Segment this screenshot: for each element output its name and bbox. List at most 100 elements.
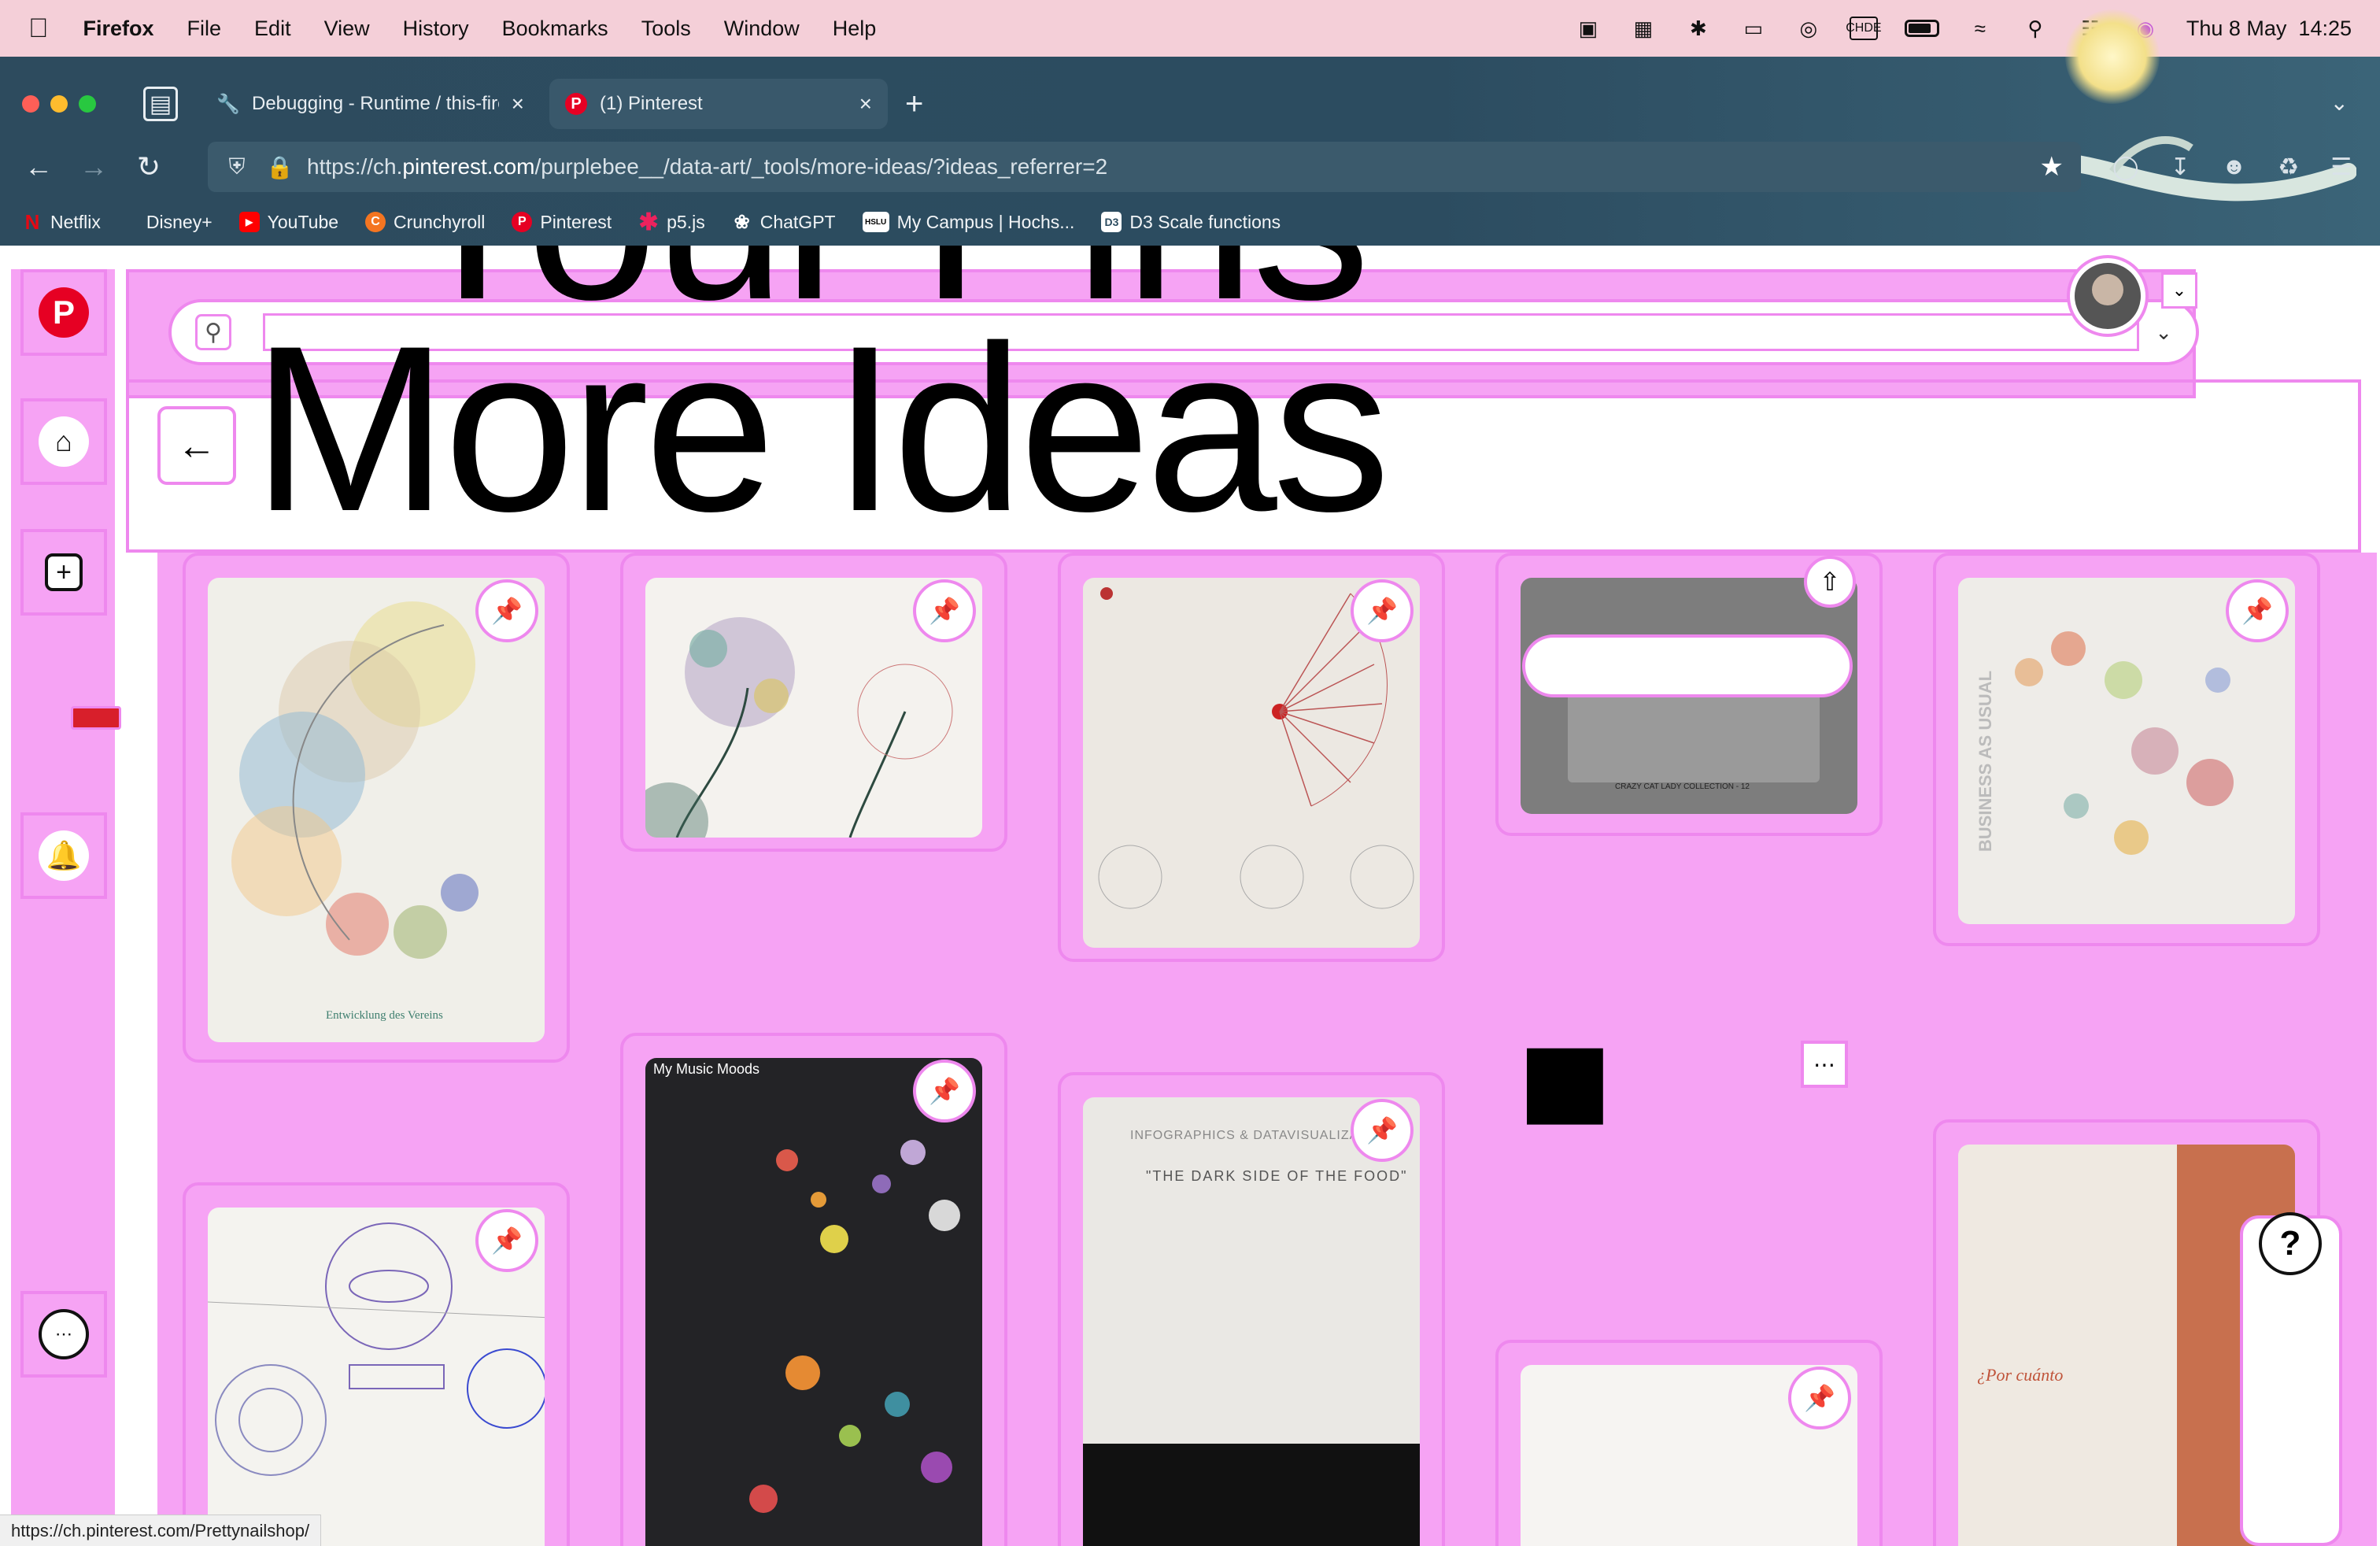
back-arrow-icon[interactable]: ← [11, 139, 66, 194]
pin-card[interactable]: 📌 [1495, 1340, 1883, 1546]
crunchyroll-icon: C [365, 212, 386, 232]
account-icon[interactable]: ☻ [2222, 153, 2247, 181]
url-path: /purplebee__/data-art/_tools/more-ideas/… [534, 154, 1108, 179]
menubar-clock[interactable]: Thu 8 May 14:25 [2186, 17, 2352, 41]
bluetooth-icon[interactable]: ✱ [1684, 17, 1713, 40]
apple-icon[interactable]:  [28, 13, 49, 44]
firefox-view-icon[interactable]: ▤ [143, 87, 178, 121]
bookmark-label: p5.js [667, 211, 705, 232]
pin-image: My Music Moods [645, 1058, 982, 1546]
url-bar[interactable]: ⛨ 🔒 https://ch.pinterest.com/purplebee__… [208, 142, 2081, 192]
bookmark-chatgpt[interactable]: ❀ ChatGPT [732, 212, 836, 233]
tab-strip: ▤ 🔧 Debugging - Runtime / this-firef × P… [0, 72, 2380, 135]
pin-card[interactable]: CRAZY CAT LADY COLLECTION - 12 ⇧ [1495, 553, 1883, 836]
screen-mirror-icon[interactable]: ▭ [1739, 17, 1768, 40]
bookmark-star-icon[interactable]: ★ [2040, 151, 2064, 183]
menu-hamburger-icon[interactable]: ☰ [2330, 153, 2352, 181]
bookmark-disney[interactable]: Disney+ [146, 212, 213, 233]
back-button[interactable]: ← [157, 406, 236, 485]
pin-card[interactable]: 📌 [1058, 553, 1445, 962]
menu-file[interactable]: File [187, 17, 222, 41]
close-window-button[interactable] [22, 95, 39, 113]
bookmark-crunchyroll[interactable]: C Crunchyroll [365, 212, 485, 233]
bookmark-label: Pinterest [540, 211, 612, 232]
menu-history[interactable]: History [403, 17, 469, 41]
forward-arrow-icon[interactable]: → [66, 139, 121, 194]
zoom-window-button[interactable] [79, 95, 96, 113]
pin-caption: My Music Moods [653, 1061, 760, 1077]
spotlight-icon[interactable]: ⚲ [2021, 17, 2049, 40]
pin-card[interactable]: My Music Moods 📌 [620, 1033, 1007, 1546]
bookmark-youtube[interactable]: ▶ YouTube [238, 212, 338, 233]
bookmark-d3[interactable]: D3 D3 Scale functions [1101, 212, 1281, 233]
input-ch-de-icon[interactable]: CHDE [1846, 17, 1882, 40]
tab-title: Debugging - Runtime / this-firef [252, 93, 499, 114]
menu-edit[interactable]: Edit [254, 17, 291, 41]
pin-image: INFOGRAPHICS & DATAVISUALIZATION "THE DA… [1083, 1097, 1420, 1546]
pin-card[interactable]: BUSINESS AS USUAL 📌 [1933, 553, 2320, 946]
pin-card[interactable]: Entwicklung des Vereins 📌 [183, 553, 570, 1063]
tab-title: (1) Pinterest [600, 93, 703, 114]
minimize-window-button[interactable] [50, 95, 68, 113]
close-tab-icon[interactable]: × [512, 91, 524, 117]
more-options-icon[interactable]: ⋯ [1801, 1041, 1848, 1088]
bookmark-netflix[interactable]: N Netflix [22, 210, 101, 234]
menu-help[interactable]: Help [833, 17, 877, 41]
bookmark-label: Crunchyroll [394, 211, 486, 232]
pinterest-home-logo[interactable]: P [20, 269, 107, 356]
menu-view[interactable]: View [324, 17, 370, 41]
save-pin-icon[interactable]: 📌 [2226, 579, 2289, 642]
tab-debugging[interactable]: 🔧 Debugging - Runtime / this-firef × [201, 79, 540, 129]
list-all-tabs-icon[interactable]: ⌄ [2330, 90, 2349, 116]
pin-card[interactable]: 📌 [620, 553, 1007, 852]
bookmark-pinterest[interactable]: P Pinterest [512, 212, 612, 233]
reload-icon[interactable]: ↻ [121, 139, 176, 194]
save-pin-icon[interactable]: 📌 [1351, 579, 1414, 642]
pin-caption: BUSINESS AS USUAL [1975, 670, 1996, 853]
downloads-icon[interactable]: ↧ [2171, 153, 2190, 181]
save-pin-icon[interactable]: 📌 [475, 1209, 538, 1272]
wifi-icon[interactable]: ≈ [1966, 17, 1994, 40]
chevron-down-icon[interactable]: ⌄ [2155, 320, 2172, 345]
pocket-icon[interactable]: ◯ [2112, 153, 2139, 181]
bookmark-my-campus[interactable]: HSLU My Campus | Hochs... [862, 212, 1074, 233]
save-pin-icon[interactable]: 📌 [475, 579, 538, 642]
tab-pinterest[interactable]: P (1) Pinterest × [549, 79, 888, 129]
status-url-tooltip: https://ch.pinterest.com/Prettynailshop/ [0, 1515, 322, 1546]
pin-art-dot-chart [749, 1140, 960, 1513]
extensions-icon[interactable]: ♻ [2278, 153, 2299, 181]
tracking-shield-icon[interactable]: ⛨ [225, 154, 249, 180]
account-chevron-icon[interactable]: ⌄ [2161, 272, 2197, 309]
help-button[interactable]: ? [2259, 1212, 2322, 1275]
bookmark-p5js[interactable]: ✱ p5.js [638, 209, 705, 235]
outlook-icon[interactable]: ▦ [1629, 17, 1658, 40]
url-text[interactable]: https://ch.pinterest.com/purplebee__/dat… [307, 154, 2023, 179]
battery-icon[interactable] [1904, 20, 1939, 37]
pin-caption: Entwicklung des Vereins [326, 1009, 443, 1022]
pin-hover-overlay[interactable] [1522, 634, 1853, 697]
airdrop-icon[interactable]: ◎ [1794, 17, 1823, 40]
pin-card[interactable]: 📌 [183, 1182, 570, 1546]
pin-card[interactable]: INFOGRAPHICS & DATAVISUALIZATION "THE DA… [1058, 1072, 1445, 1546]
close-tab-icon[interactable]: × [859, 91, 872, 117]
menu-bookmarks[interactable]: Bookmarks [502, 17, 608, 41]
save-pin-icon[interactable]: 📌 [913, 579, 976, 642]
menu-app-name[interactable]: Firefox [83, 17, 154, 41]
menu-tools[interactable]: Tools [641, 17, 691, 41]
teams-icon[interactable]: ▣ [1574, 17, 1602, 40]
chat-bubble-icon: ⋯ [39, 1309, 89, 1359]
menu-window[interactable]: Window [724, 17, 800, 41]
lock-icon[interactable]: 🔒 [266, 154, 294, 180]
avatar[interactable] [2070, 258, 2145, 334]
nav-messages[interactable]: ⋯ [20, 1291, 107, 1378]
save-pin-icon[interactable]: 📌 [1788, 1367, 1851, 1429]
nav-home[interactable]: ⌂ [20, 398, 107, 485]
save-pin-icon[interactable]: 📌 [913, 1060, 976, 1123]
nav-create[interactable]: + [20, 529, 107, 616]
save-pin-icon[interactable]: 📌 [1351, 1099, 1414, 1162]
nav-notifications[interactable]: 🔔 [20, 812, 107, 899]
pin-grid: Entwicklung des Vereins 📌 📌 📌 My Music M… [134, 553, 2377, 1546]
share-icon[interactable]: ⇧ [1804, 556, 1856, 608]
new-tab-icon[interactable]: + [905, 87, 923, 122]
wrench-icon: 🔧 [216, 93, 240, 115]
